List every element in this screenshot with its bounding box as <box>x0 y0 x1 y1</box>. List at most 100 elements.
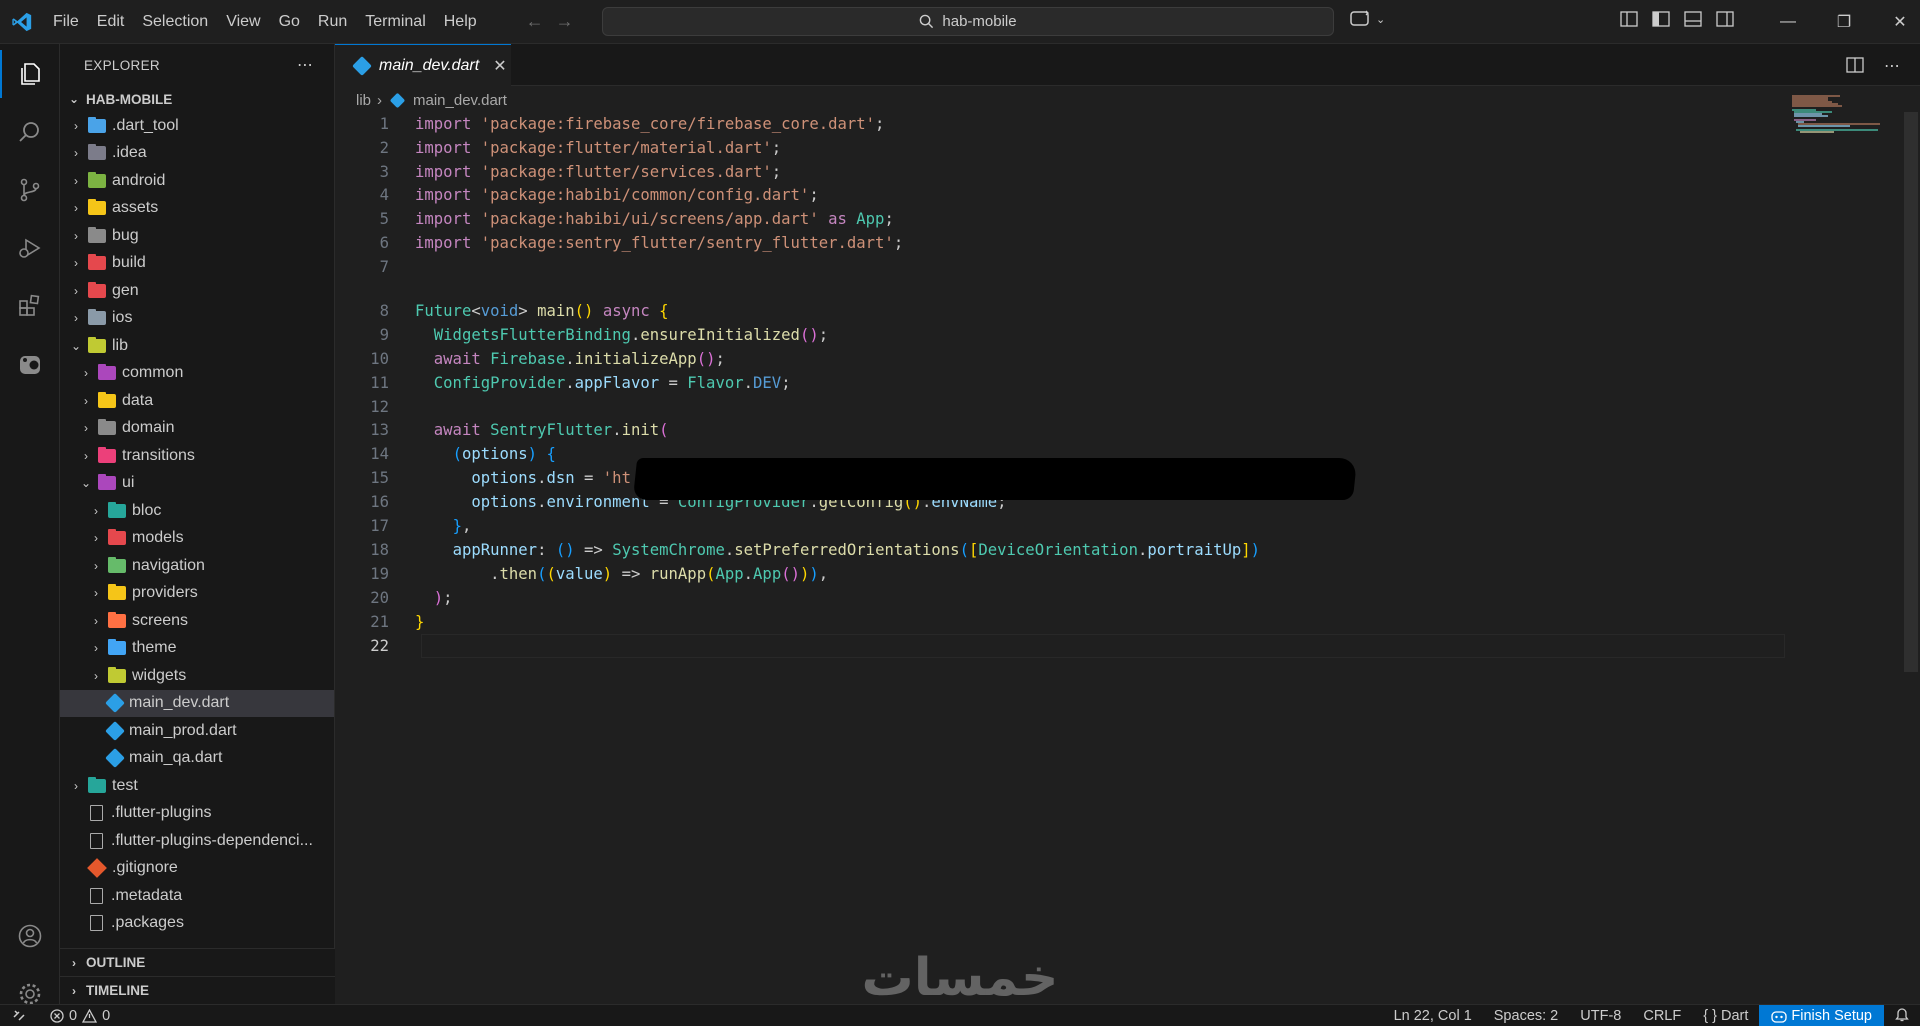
tree-item[interactable]: › bloc <box>60 497 334 525</box>
notifications-bell-icon[interactable] <box>1884 1007 1920 1026</box>
split-editor-icon[interactable] <box>1846 56 1864 74</box>
chevron-right-icon: › <box>94 531 98 546</box>
menu-selection[interactable]: Selection <box>133 0 217 44</box>
end-of-line[interactable]: CRLF <box>1632 1008 1692 1024</box>
menu-run[interactable]: Run <box>309 0 356 44</box>
explorer-icon[interactable] <box>0 50 60 98</box>
tree-item[interactable]: .packages <box>60 910 334 938</box>
timeline-section[interactable]: › TIMELINE <box>60 976 335 1004</box>
chevron-right-icon: › <box>84 366 88 381</box>
language-mode[interactable]: { } Dart <box>1692 1008 1759 1024</box>
outline-section[interactable]: › OUTLINE <box>60 948 335 976</box>
tree-item[interactable]: .gitignore <box>60 855 334 883</box>
minimap[interactable] <box>1790 94 1890 154</box>
docker-icon[interactable] <box>0 340 60 388</box>
tree-item-label: common <box>122 364 184 382</box>
explorer-header: EXPLORER ⋯ <box>60 44 334 86</box>
tree-item[interactable]: › .idea <box>60 140 334 168</box>
folder-open-icon <box>98 474 116 491</box>
tree-item[interactable]: › widgets <box>60 662 334 690</box>
folder-icon <box>98 364 116 381</box>
restore-icon[interactable]: ❐ <box>1816 0 1872 44</box>
tree-item[interactable]: › ios <box>60 305 334 333</box>
code-editor[interactable]: 1 import 'package:firebase_core/firebase_… <box>335 95 1920 1004</box>
tree-item[interactable]: › transitions <box>60 442 334 470</box>
remote-indicator-icon[interactable] <box>0 1008 40 1024</box>
close-tab-icon[interactable]: ✕ <box>493 56 506 76</box>
menu-help[interactable]: Help <box>435 0 486 44</box>
tree-item[interactable]: › navigation <box>60 552 334 580</box>
copilot-button[interactable]: ⌄ <box>1350 10 1385 28</box>
folder-icon <box>98 446 116 463</box>
tree-item[interactable]: main_dev.dart <box>60 689 334 717</box>
toggle-panel-icon[interactable] <box>1684 10 1702 28</box>
finish-setup-button[interactable]: Finish Setup <box>1759 1005 1884 1026</box>
tree-item[interactable]: › domain <box>60 415 334 443</box>
warning-count: 0 <box>102 1007 111 1024</box>
extensions-icon[interactable] <box>0 282 60 330</box>
tree-item-label: transitions <box>122 446 195 464</box>
menu-view[interactable]: View <box>217 0 269 44</box>
account-icon[interactable] <box>0 912 60 960</box>
tree-item[interactable]: › models <box>60 525 334 553</box>
source-control-icon[interactable] <box>0 166 60 214</box>
breadcrumb-file[interactable]: main_dev.dart <box>413 92 507 109</box>
tree-item[interactable]: › bug <box>60 222 334 250</box>
folder-icon <box>88 309 106 326</box>
tree-item[interactable]: › providers <box>60 580 334 608</box>
breadcrumb-folder[interactable]: lib <box>356 92 371 109</box>
more-actions-icon[interactable]: ⋯ <box>297 55 314 75</box>
tree-item[interactable]: main_prod.dart <box>60 717 334 745</box>
tree-item[interactable]: › build <box>60 250 334 278</box>
tree-item[interactable]: main_qa.dart <box>60 745 334 773</box>
file-icon <box>90 805 103 822</box>
error-count: 0 <box>69 1007 78 1024</box>
tree-item[interactable]: ⌄ ui <box>60 470 334 498</box>
folder-icon <box>108 666 126 683</box>
menu-file[interactable]: File <box>44 0 88 44</box>
tab-main-dev-dart[interactable]: main_dev.dart ✕ <box>335 44 511 86</box>
forward-arrow-icon[interactable]: → <box>556 11 574 32</box>
menu-edit[interactable]: Edit <box>88 0 134 44</box>
warning-icon <box>82 1008 98 1023</box>
tree-item[interactable]: › .dart_tool <box>60 112 334 140</box>
tree-item[interactable]: › screens <box>60 607 334 635</box>
menu-go[interactable]: Go <box>270 0 309 44</box>
more-actions-icon[interactable]: ⋯ <box>1884 56 1900 76</box>
tree-item[interactable]: .flutter-plugins-dependenci... <box>60 827 334 855</box>
minimize-icon[interactable]: — <box>1760 0 1816 44</box>
chevron-right-icon: › <box>94 613 98 628</box>
tree-item[interactable]: › data <box>60 387 334 415</box>
tree-item[interactable]: › assets <box>60 195 334 223</box>
tree-item-label: test <box>112 776 138 794</box>
folder-icon <box>108 556 126 573</box>
tree-item-label: .idea <box>112 144 147 162</box>
close-window-icon[interactable]: ✕ <box>1872 0 1920 44</box>
tree-item[interactable]: › gen <box>60 277 334 305</box>
command-center-search[interactable]: hab-mobile <box>602 7 1334 36</box>
encoding[interactable]: UTF-8 <box>1569 1008 1632 1024</box>
vertical-scrollbar[interactable] <box>1904 112 1918 672</box>
project-root[interactable]: ⌄ HAB-MOBILE <box>60 86 334 112</box>
menu-terminal[interactable]: Terminal <box>356 0 434 44</box>
problems-indicator[interactable]: 0 0 <box>50 1008 110 1024</box>
tree-item[interactable]: .flutter-plugins <box>60 800 334 828</box>
tree-item[interactable]: › test <box>60 772 334 800</box>
toggle-primary-sidebar-icon[interactable] <box>1652 10 1670 28</box>
tree-item[interactable]: ⌄ lib <box>60 332 334 360</box>
run-debug-icon[interactable] <box>0 224 60 272</box>
tree-item[interactable]: .metadata <box>60 882 334 910</box>
folder-icon <box>88 116 106 133</box>
toggle-secondary-sidebar-icon[interactable] <box>1716 10 1734 28</box>
tree-item[interactable]: › common <box>60 360 334 388</box>
tree-item[interactable]: › android <box>60 167 334 195</box>
indentation[interactable]: Spaces: 2 <box>1483 1008 1570 1024</box>
search-icon[interactable] <box>0 108 60 156</box>
customize-layout-icon[interactable] <box>1620 10 1638 28</box>
activity-bar <box>0 44 60 1005</box>
tree-item[interactable]: › theme <box>60 635 334 663</box>
back-arrow-icon[interactable]: ← <box>526 11 544 32</box>
tree-item-label: build <box>112 254 146 272</box>
cursor-position[interactable]: Ln 22, Col 1 <box>1383 1008 1483 1024</box>
dart-file-icon <box>352 55 372 76</box>
